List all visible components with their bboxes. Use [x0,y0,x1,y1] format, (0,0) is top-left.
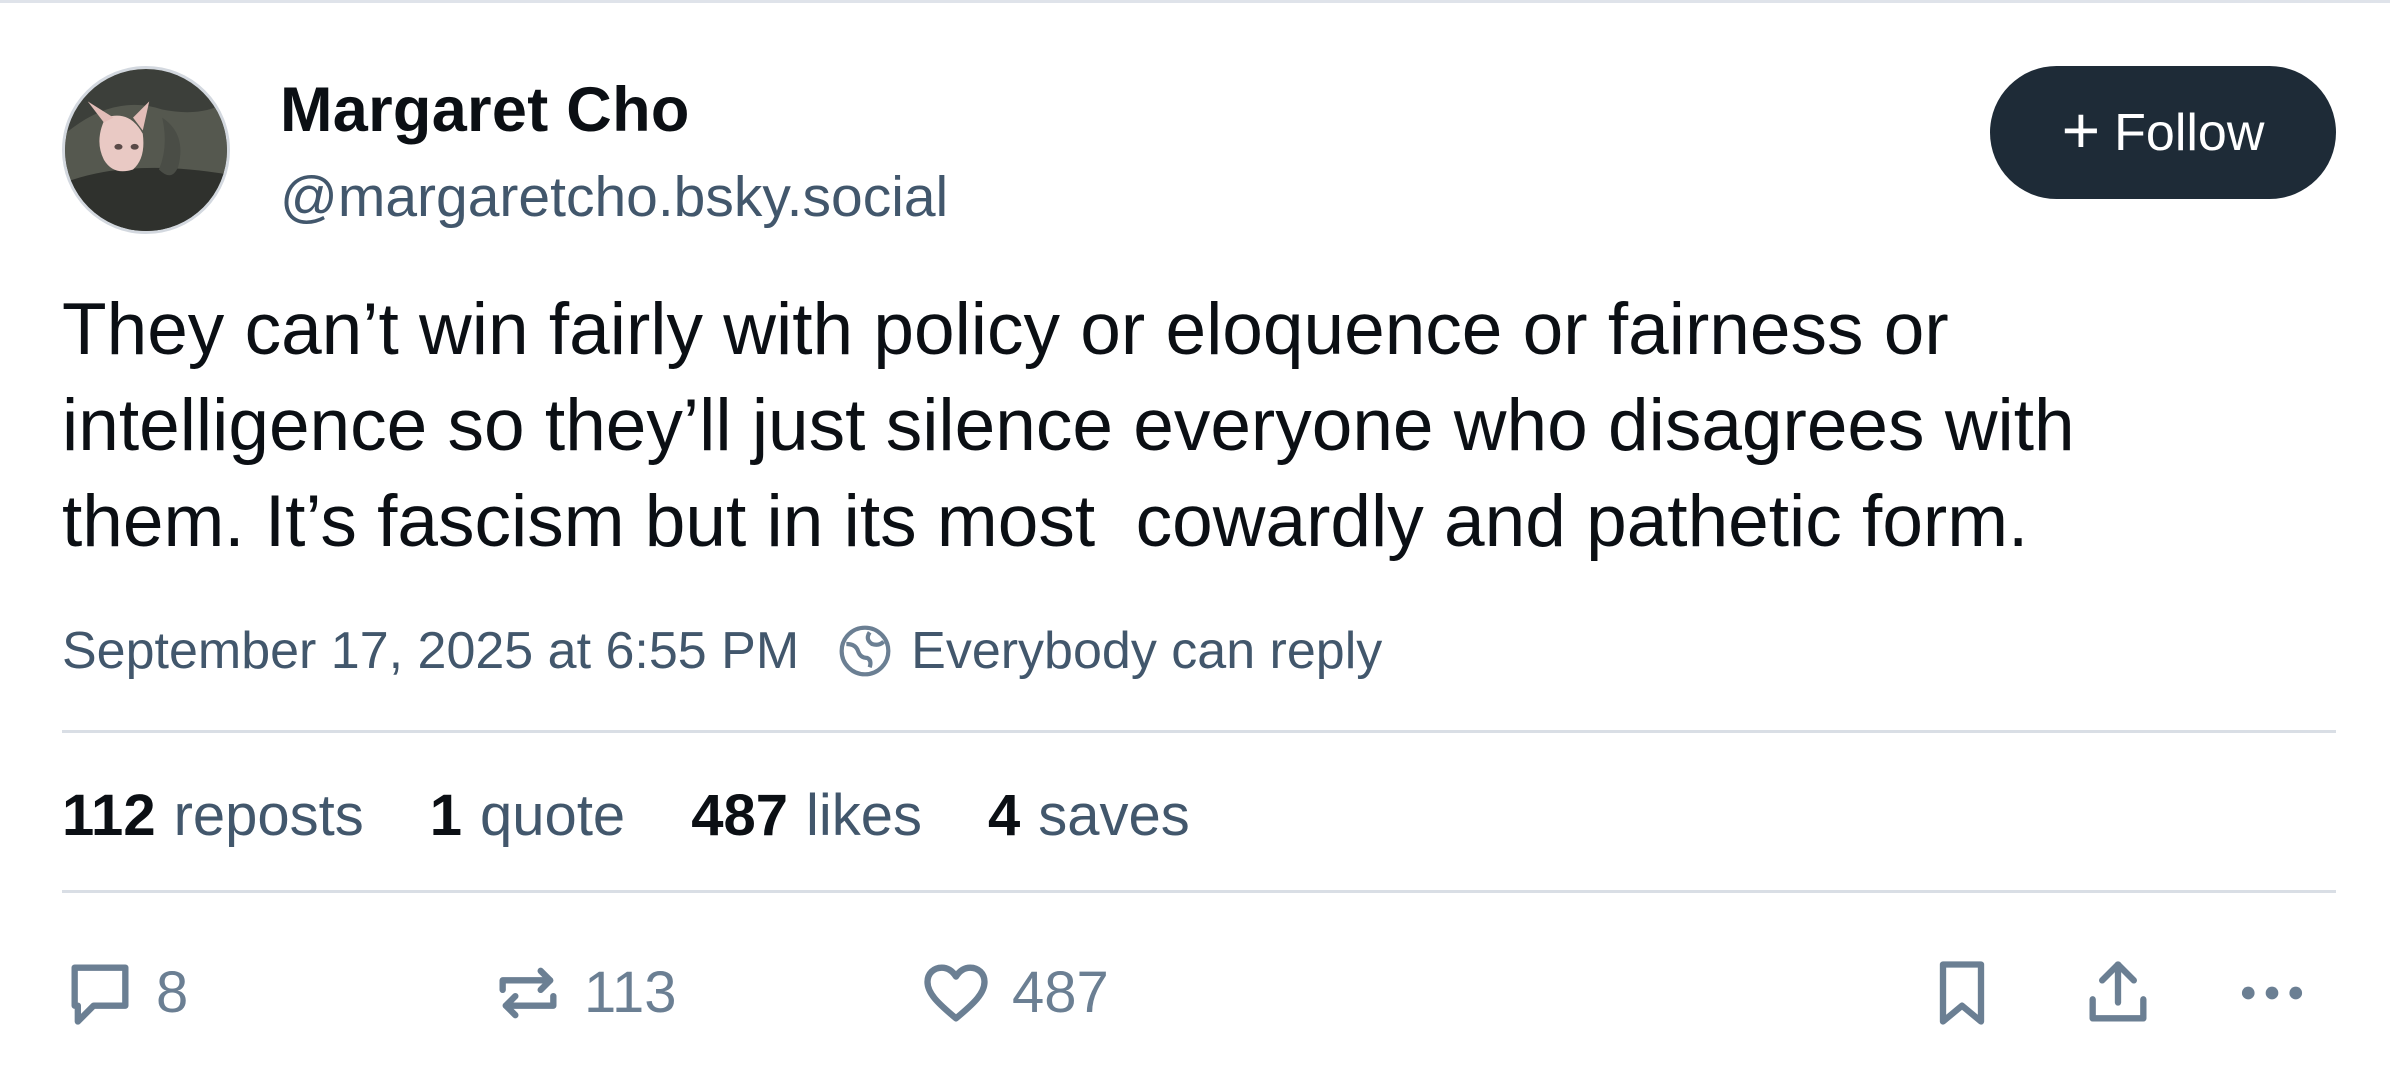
reply-count: 8 [156,960,189,1025]
saves-count: 4 [988,782,1021,848]
reposts-count: 112 [62,782,156,848]
avatar-image [65,69,227,231]
like-button[interactable]: 487 [918,940,1109,1045]
repost-button[interactable]: 113 [490,940,676,1045]
post-timestamp[interactable]: September 17, 2025 at 6:55 PM [62,621,799,681]
saves-stat: 4 saves [988,782,1190,849]
post-text: They can’t win fairly with policy or elo… [62,289,2075,562]
follow-button-label: Follow [2114,103,2265,162]
saves-label: saves [1038,782,1190,848]
quotes-label: quote [480,782,626,848]
author-handle[interactable]: @margaretcho.bsky.social [280,164,948,230]
repost-count: 113 [584,960,677,1025]
quotes-count: 1 [429,782,463,848]
avatar[interactable] [62,66,230,234]
reposts-stat[interactable]: 112 reposts [62,782,364,849]
ellipsis-icon [2241,986,2303,999]
divider [62,730,2336,733]
engagement-stats: 112 reposts 1 quote 487 likes 4 saves [62,770,1256,860]
action-bar: 8 113 487 [62,940,2336,1045]
repost-icon [499,967,557,1018]
follow-button[interactable]: + Follow [1990,66,2336,199]
share-button[interactable] [2080,940,2156,1045]
more-options-button[interactable] [2234,940,2310,1045]
post-card: Margaret Cho @margaretcho.bsky.social + … [62,0,2336,1088]
reply-setting[interactable]: Everybody can reply [911,621,1382,681]
likes-label: likes [805,782,923,848]
globe-icon [839,625,891,677]
author-name[interactable]: Margaret Cho [280,74,690,146]
divider [62,890,2336,893]
bookmark-icon [1939,960,1985,1025]
speech-bubble-icon [71,964,129,1025]
likes-stat[interactable]: 487 likes [691,782,922,849]
reposts-label: reposts [173,782,364,848]
likes-count: 487 [691,782,788,848]
bookmark-button[interactable] [1924,940,2000,1045]
share-icon [2089,960,2147,1021]
reply-button[interactable]: 8 [62,940,188,1045]
like-count: 487 [1012,960,1109,1025]
plus-icon: + [2061,92,2101,167]
quotes-stat[interactable]: 1 quote [430,782,625,849]
heart-icon [924,964,988,1021]
post-meta: September 17, 2025 at 6:55 PM Everybody … [62,616,1382,686]
